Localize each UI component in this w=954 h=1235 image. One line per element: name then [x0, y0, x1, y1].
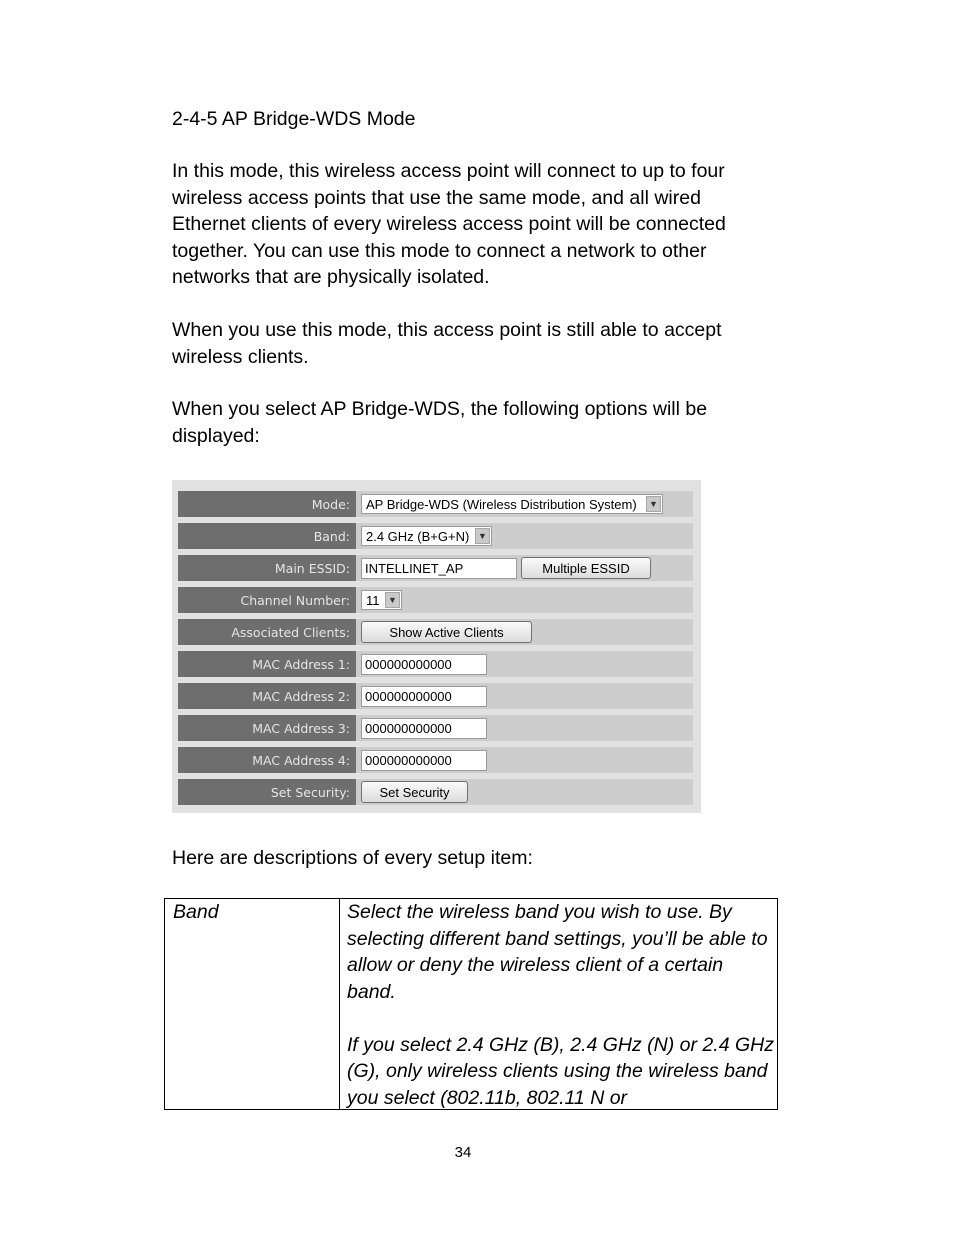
table-divider	[339, 899, 340, 1109]
mac-label: MAC Address 1:	[178, 651, 356, 677]
options-paragraph: When you select AP Bridge-WDS, the follo…	[172, 398, 708, 447]
band-row: Band: 2.4 GHz (B+G+N) ▼	[178, 523, 693, 549]
essid-input[interactable]: INTELLINET_AP	[361, 557, 517, 579]
channel-label: Channel Number:	[178, 587, 356, 613]
channel-row: Channel Number: 11 ▼	[178, 587, 693, 613]
essid-label: Main ESSID:	[178, 555, 356, 581]
table-term: Band	[173, 901, 219, 923]
mac-address-2-input[interactable]: 000000000000	[361, 685, 487, 707]
security-row: Set Security: Set Security	[178, 779, 693, 805]
mac-row: MAC Address 3: 000000000000	[178, 715, 693, 741]
channel-value: 11	[366, 592, 380, 608]
security-label: Set Security:	[178, 779, 356, 805]
chevron-down-icon[interactable]: ▼	[646, 496, 661, 512]
page-number: 34	[454, 1144, 472, 1161]
show-active-clients-button[interactable]: Show Active Clients	[361, 621, 532, 643]
band-select[interactable]: 2.4 GHz (B+G+N) ▼	[361, 526, 492, 546]
description-paragraph: If you select 2.4 GHz (B), 2.4 GHz (N) o…	[347, 1033, 774, 1109]
mode-label: Mode:	[178, 491, 356, 517]
mode-select[interactable]: AP Bridge-WDS (Wireless Distribution Sys…	[361, 494, 663, 514]
set-security-button[interactable]: Set Security	[361, 781, 468, 803]
multiple-essid-button[interactable]: Multiple ESSID	[521, 557, 651, 579]
description-paragraph: Select the wireless band you wish to use…	[347, 901, 768, 1003]
mac-address-1-input[interactable]: 000000000000	[361, 653, 487, 675]
chevron-down-icon[interactable]: ▼	[475, 528, 490, 544]
wds-settings-form: Mode: AP Bridge-WDS (Wireless Distributi…	[172, 480, 701, 813]
intro-paragraph: In this mode, this wireless access point…	[172, 160, 726, 288]
section-heading: 2-4-5 AP Bridge-WDS Mode	[172, 108, 416, 130]
essid-row: Main ESSID: INTELLINET_AP Multiple ESSID	[178, 555, 693, 581]
clients-row: Associated Clients: Show Active Clients	[178, 619, 693, 645]
mode-row: Mode: AP Bridge-WDS (Wireless Distributi…	[178, 491, 693, 517]
clients-paragraph: When you use this mode, this access poin…	[172, 319, 722, 368]
mac-row: MAC Address 2: 000000000000	[178, 683, 693, 709]
mode-value: AP Bridge-WDS (Wireless Distribution Sys…	[366, 496, 637, 512]
mac-label: MAC Address 3:	[178, 715, 356, 741]
table-description: Select the wireless band you wish to use…	[347, 899, 777, 1111]
clients-label: Associated Clients:	[178, 619, 356, 645]
mac-label: MAC Address 4:	[178, 747, 356, 773]
channel-select[interactable]: 11 ▼	[361, 590, 402, 610]
chevron-down-icon[interactable]: ▼	[385, 592, 400, 608]
mac-address-4-input[interactable]: 000000000000	[361, 749, 487, 771]
band-value: 2.4 GHz (B+G+N)	[366, 528, 470, 544]
description-table: Band Select the wireless band you wish t…	[164, 898, 778, 1110]
mac-address-3-input[interactable]: 000000000000	[361, 717, 487, 739]
mac-row: MAC Address 1: 000000000000	[178, 651, 693, 677]
mac-label: MAC Address 2:	[178, 683, 356, 709]
mac-row: MAC Address 4: 000000000000	[178, 747, 693, 773]
descriptions-intro: Here are descriptions of every setup ite…	[172, 847, 533, 869]
band-label: Band:	[178, 523, 356, 549]
